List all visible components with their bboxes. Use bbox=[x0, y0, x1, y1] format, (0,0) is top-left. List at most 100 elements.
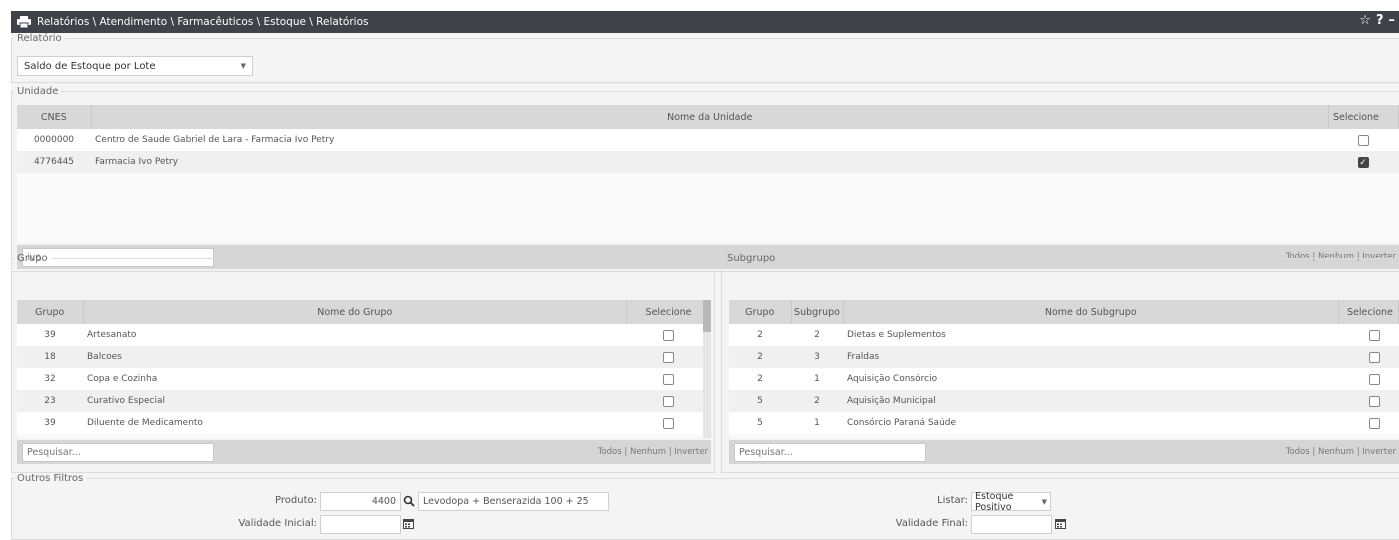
subgrupo-search-input[interactable] bbox=[734, 442, 926, 462]
calendar-icon[interactable] bbox=[1055, 518, 1066, 529]
grupo-code-cell: 5 bbox=[729, 412, 791, 434]
grupo-table-wrap: Grupo Nome do Grupo Selecione 39 Artesana… bbox=[17, 300, 711, 438]
minimize-icon[interactable]: – bbox=[1389, 13, 1396, 28]
grupo-name-cell: Copa e Cozinha bbox=[83, 368, 627, 390]
select-all-link[interactable]: Todos bbox=[1286, 447, 1310, 457]
subgrupo-name-cell: Fraldas bbox=[843, 346, 1339, 368]
report-form: Relatório Saldo de Estoque por Lote ▼ Un… bbox=[11, 33, 1399, 540]
produto-code-value: 4400 bbox=[371, 496, 396, 507]
column-header-selecione[interactable]: Selecione bbox=[1338, 300, 1399, 324]
outros-filtros-legend: Outros Filtros bbox=[17, 473, 84, 484]
column-header-selecione[interactable]: Selecione bbox=[1328, 105, 1399, 129]
star-icon[interactable]: ☆ bbox=[1359, 13, 1371, 28]
select-checkbox[interactable] bbox=[1357, 134, 1369, 146]
scrollbar-thumb[interactable] bbox=[703, 300, 711, 332]
subgrupo-name-cell: Consórcio Paraná Saúde bbox=[843, 412, 1339, 434]
select-checkbox[interactable] bbox=[1368, 351, 1380, 363]
grupo-code-cell: 23 bbox=[17, 390, 83, 412]
relatorio-select-value: Saldo de Estoque por Lote bbox=[24, 60, 156, 72]
grupo-legend: Grupo bbox=[17, 253, 48, 264]
relatorio-select[interactable]: Saldo de Estoque por Lote ▼ bbox=[17, 56, 253, 76]
table-row[interactable]: 2 2 Dietas e Suplementos bbox=[729, 324, 1399, 346]
produto-name-value: Levodopa + Benserazida 100 + 25 bbox=[423, 496, 589, 507]
select-checkbox[interactable] bbox=[1368, 329, 1380, 341]
unidade-legend: Unidade bbox=[17, 86, 59, 97]
grupo-code-cell: 2 bbox=[729, 346, 791, 368]
table-row[interactable]: 18 Balcoes bbox=[17, 346, 711, 368]
column-header-grupo[interactable]: Grupo bbox=[17, 300, 84, 324]
title-bar: Relatórios \ Atendimento \ Farmacêuticos… bbox=[11, 11, 1399, 33]
select-checkbox[interactable] bbox=[663, 373, 674, 385]
select-checkbox[interactable] bbox=[663, 395, 674, 407]
select-checkbox[interactable] bbox=[1368, 373, 1380, 385]
column-header-selecione[interactable]: Selecione bbox=[626, 300, 711, 324]
invert-selection-link[interactable]: Inverter bbox=[674, 447, 708, 457]
printer-icon bbox=[17, 16, 31, 28]
table-row[interactable]: 39 Diluente de Medicamento bbox=[17, 412, 711, 434]
search-icon[interactable] bbox=[403, 495, 415, 507]
column-header-subgrupo[interactable]: Subgrupo bbox=[791, 300, 844, 324]
table-row[interactable]: 2 1 Aquisição Consórcio bbox=[729, 368, 1399, 390]
table-row[interactable]: 32 Copa e Cozinha bbox=[17, 368, 711, 390]
grupo-table: Grupo Nome do Grupo Selecione 39 Artesana… bbox=[17, 300, 711, 434]
table-row[interactable]: 0000000 Centro de Saude Gabriel de Lara … bbox=[17, 129, 1399, 151]
grupo-code-cell: 2 bbox=[729, 368, 791, 390]
listar-select[interactable]: Estoque Positivo ▼ bbox=[971, 490, 1051, 513]
table-row[interactable]: 39 Artesanato bbox=[17, 324, 711, 346]
validade-inicial-label: Validade Inicial: bbox=[238, 518, 317, 529]
help-icon[interactable]: ? bbox=[1376, 13, 1384, 28]
invert-selection-link[interactable]: Inverter bbox=[1362, 447, 1396, 457]
nome-unidade-cell: Farmacia Ivo Petry bbox=[91, 151, 1329, 173]
validade-inicial-input[interactable] bbox=[320, 515, 401, 534]
table-row[interactable]: 2 3 Fraldas bbox=[729, 346, 1399, 368]
column-header-grupo[interactable]: Grupo bbox=[729, 300, 792, 324]
grupo-code-cell: 18 bbox=[17, 346, 83, 368]
relatorio-legend: Relatório bbox=[17, 33, 62, 44]
chevron-down-icon: ▼ bbox=[240, 62, 246, 70]
table-row[interactable]: 4776445 Farmacia Ivo Petry ✓ bbox=[17, 151, 1399, 173]
select-none-link[interactable]: Nenhum bbox=[630, 447, 666, 457]
column-header-nome-subgrupo[interactable]: Nome do Subgrupo bbox=[843, 300, 1339, 324]
subgrupo-code-cell: 1 bbox=[791, 368, 843, 390]
page-title: Relatórios \ Atendimento \ Farmacêuticos… bbox=[37, 16, 369, 28]
grupo-name-cell: Artesanato bbox=[83, 324, 627, 346]
select-checkbox-checked[interactable]: ✓ bbox=[1357, 156, 1369, 168]
nome-unidade-cell: Centro de Saude Gabriel de Lara - Farmac… bbox=[91, 129, 1329, 151]
select-checkbox[interactable] bbox=[663, 329, 674, 341]
table-row[interactable]: 5 2 Aquisição Municipal bbox=[729, 390, 1399, 412]
column-header-nome-unidade[interactable]: Nome da Unidade bbox=[91, 105, 1329, 129]
select-checkbox[interactable] bbox=[663, 417, 674, 429]
calendar-icon[interactable] bbox=[403, 518, 414, 529]
produto-name-field: Levodopa + Benserazida 100 + 25 bbox=[418, 492, 609, 511]
validade-final-input[interactable] bbox=[971, 515, 1052, 534]
column-header-cnes[interactable]: CNES bbox=[17, 105, 92, 129]
produto-code-input[interactable]: 4400 bbox=[320, 492, 401, 511]
cnes-cell: 0000000 bbox=[17, 129, 91, 151]
chevron-down-icon: ▼ bbox=[1041, 497, 1047, 506]
select-checkbox[interactable] bbox=[663, 351, 674, 363]
subgrupo-name-cell: Dietas e Suplementos bbox=[843, 324, 1339, 346]
table-row[interactable]: 23 Curativo Especial bbox=[17, 390, 711, 412]
listar-select-value: Estoque Positivo bbox=[975, 490, 1014, 513]
subgrupo-code-cell: 2 bbox=[791, 324, 843, 346]
grupo-code-cell: 39 bbox=[17, 412, 83, 434]
validade-final-label: Validade Final: bbox=[895, 518, 968, 529]
subgrupo-name-cell: Aquisição Municipal bbox=[843, 390, 1339, 412]
select-none-link[interactable]: Nenhum bbox=[1318, 447, 1354, 457]
grupo-search-input[interactable] bbox=[22, 442, 214, 462]
unidade-table: CNES Nome da Unidade Selecione 0000000 C… bbox=[17, 105, 1399, 173]
grupo-name-cell: Balcoes bbox=[83, 346, 627, 368]
cnes-cell: 4776445 bbox=[17, 151, 91, 173]
grupo-scrollbar[interactable] bbox=[703, 300, 711, 438]
subgrupo-selection-links: Todos | Nenhum | Inverter bbox=[1285, 447, 1396, 457]
produto-label: Produto: bbox=[275, 495, 317, 506]
grupo-code-cell: 32 bbox=[17, 368, 83, 390]
select-checkbox[interactable] bbox=[1368, 417, 1380, 429]
outros-filtros-section: Outros Filtros bbox=[11, 473, 1399, 540]
select-checkbox[interactable] bbox=[1368, 395, 1380, 407]
subgrupo-code-cell: 3 bbox=[791, 346, 843, 368]
table-row[interactable]: 5 1 Consórcio Paraná Saúde bbox=[729, 412, 1399, 434]
column-header-nome-grupo[interactable]: Nome do Grupo bbox=[83, 300, 627, 324]
select-all-link[interactable]: Todos bbox=[598, 447, 622, 457]
subgrupo-name-cell: Aquisição Consórcio bbox=[843, 368, 1339, 390]
